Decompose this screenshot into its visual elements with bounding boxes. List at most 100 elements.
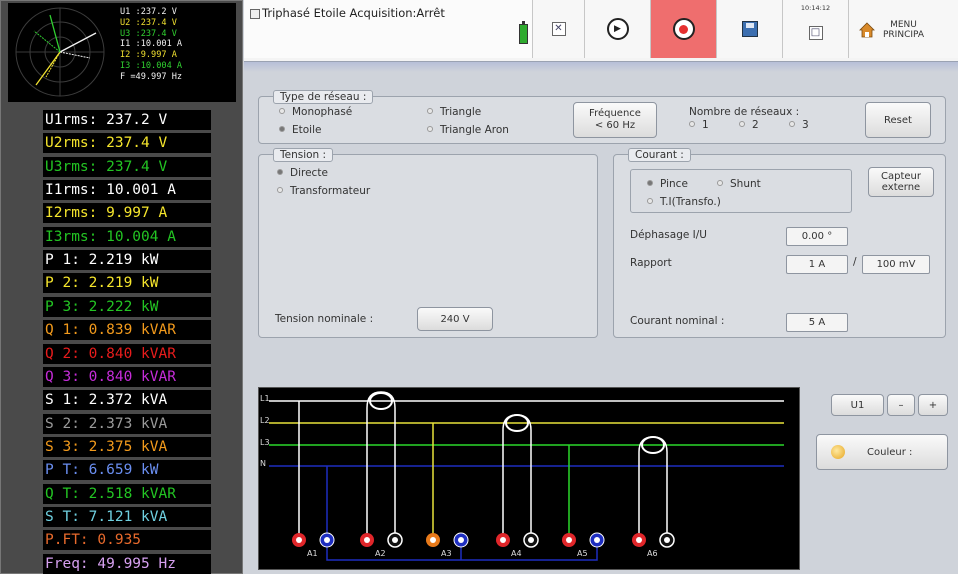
rapport-current-value[interactable]: 1 A	[786, 255, 848, 274]
rapport-voltage-value[interactable]: 100 mV	[862, 255, 930, 274]
radio-label: 3	[802, 119, 809, 131]
mini-value-line: U2 :237.4 V	[120, 17, 177, 28]
radio-dot	[647, 180, 653, 186]
channel-prev-button[interactable]: –	[887, 394, 915, 416]
network-type-group: Type de réseau : Monophasé Triangle Etoi…	[258, 90, 946, 144]
radio-transformateur[interactable]: Transformateur	[277, 185, 370, 197]
dephasage-value[interactable]: 0.00 °	[786, 227, 848, 246]
radio-monophase[interactable]: Monophasé	[279, 106, 352, 118]
radio-label: Triangle Aron	[440, 124, 509, 136]
radio-ti-transfo[interactable]: T.I(Transfo.)	[647, 196, 721, 208]
color-button[interactable]: Couleur :	[816, 434, 948, 470]
tension-group: Tension : Directe Transformateur Tension…	[258, 148, 598, 338]
radio-dot	[739, 121, 745, 127]
radio-dot	[277, 169, 283, 175]
tension-nominal-value[interactable]: 240 V	[417, 307, 493, 331]
measurement-value: P 3: 2.222 kW	[43, 296, 211, 317]
radio-dot	[427, 108, 433, 114]
title-area: Triphasé Etoile Acquisition:Arrêt	[244, 0, 532, 58]
phase-label-l2: L2	[260, 416, 270, 425]
checkbox-button[interactable]: ✕	[532, 0, 584, 58]
measurement-value: P.FT: 0.935	[43, 530, 211, 551]
frequency-button[interactable]: Fréquence < 60 Hz	[573, 102, 657, 138]
courant-title: Courant :	[628, 148, 691, 162]
vector-diagram: U1 :237.2 V U2 :237.4 V U3 :237.4 V I1 :10.…	[8, 3, 236, 102]
radio-label: Transformateur	[290, 185, 371, 197]
measurement-value: P 2: 2.219 kW	[43, 273, 211, 294]
app-title: Triphasé Etoile Acquisition:Arrêt	[262, 6, 445, 20]
radio-network-1[interactable]: 1	[689, 119, 709, 131]
capteur-line-1: Capteur	[881, 171, 921, 182]
menu-line-2: PRINCIPA	[883, 30, 925, 40]
reset-button[interactable]: Reset	[865, 102, 931, 138]
save-button[interactable]	[716, 0, 782, 58]
courant-group: Courant : Pince Shunt T.I(Transfo.) Capt…	[613, 148, 946, 338]
channel-label-a1: A1	[307, 549, 318, 558]
jacks	[292, 532, 675, 548]
measurement-value: S T: 7.121 kVA	[43, 506, 211, 527]
save-icon	[741, 21, 758, 37]
measurement-value: Q 2: 0.840 kVAR	[43, 343, 211, 364]
measurement-value: Q 1: 0.839 kVAR	[43, 320, 211, 341]
mini-value-line: U1 :237.2 V	[120, 7, 177, 17]
window-icon	[250, 9, 260, 19]
radio-directe[interactable]: Directe	[277, 167, 328, 179]
phase-label-l1: L1	[260, 394, 270, 403]
phase-label-n: N	[260, 459, 266, 468]
capteur-externe-button[interactable]: Capteur externe	[868, 167, 934, 197]
channel-label-a2: A2	[375, 549, 386, 558]
radio-label: Directe	[290, 167, 328, 179]
radio-label: Shunt	[730, 178, 761, 190]
tension-nominal-label: Tension nominale :	[275, 313, 374, 325]
wiring-diagram: L1 L2 L3 N A1 A2 A3 A4 A5 A6	[258, 387, 800, 570]
calendar-button[interactable]: 10:14:12 □	[782, 0, 848, 58]
measurement-value: S 2: 2.373 kVA	[43, 413, 211, 434]
radio-dot	[689, 121, 695, 127]
clock-time: 10:14:12	[800, 4, 831, 12]
radio-shunt[interactable]: Shunt	[717, 178, 761, 190]
measurement-value: Q 3: 0.840 kVAR	[43, 366, 211, 387]
battery-icon	[519, 21, 528, 44]
measurement-value: I2rms: 9.997 A	[43, 203, 211, 224]
radio-triangle-aron[interactable]: Triangle Aron	[427, 124, 509, 136]
mini-value-line: I1 :10.001 A	[120, 39, 183, 50]
calendar-icon: □	[808, 26, 823, 40]
radio-network-2[interactable]: 2	[739, 119, 759, 131]
courant-nominal-label: Courant nominal :	[630, 315, 725, 327]
channel-label-a6: A6	[647, 549, 658, 558]
radio-label: 1	[702, 119, 709, 131]
mini-value-line: F =49.997 Hz	[120, 71, 183, 82]
radio-pince[interactable]: Pince	[647, 178, 688, 190]
radio-dot	[717, 180, 723, 186]
channel-select[interactable]: U1	[831, 394, 884, 416]
network-count-label: Nombre de réseaux :	[689, 106, 800, 118]
play-button[interactable]: ▶	[584, 0, 650, 58]
measurement-value: P 1: 2.219 kW	[43, 250, 211, 271]
radio-triangle[interactable]: Triangle	[427, 106, 481, 118]
rapport-label: Rapport	[630, 257, 672, 269]
measurement-value: I1rms: 10.001 A	[43, 180, 211, 201]
rapport-separator: /	[853, 256, 857, 268]
home-icon	[859, 22, 875, 38]
courant-nominal-value[interactable]: 5 A	[786, 313, 848, 332]
main-menu-button[interactable]: MENU PRINCIPA	[848, 0, 958, 58]
radio-etoile[interactable]: Etoile	[279, 124, 321, 136]
channel-next-button[interactable]: +	[918, 394, 948, 416]
measurement-value: S 1: 2.372 kVA	[43, 390, 211, 411]
mini-values: U1 :237.2 V U2 :237.4 V U3 :237.4 V I1 :10.…	[120, 7, 236, 83]
channel-label-a3: A3	[441, 549, 452, 558]
measurement-value: U2rms: 237.4 V	[43, 133, 211, 154]
record-button[interactable]	[650, 0, 716, 58]
record-icon	[672, 18, 695, 40]
measurement-value: I3rms: 10.004 A	[43, 226, 211, 247]
play-icon: ▶	[606, 18, 629, 40]
measurement-value: P T: 6.659 kW	[43, 460, 211, 481]
radio-dot	[647, 198, 653, 204]
radio-dot	[277, 187, 283, 193]
measurement-value: S 3: 2.375 kVA	[43, 436, 211, 457]
current-sensor-box: Pince Shunt T.I(Transfo.)	[630, 169, 852, 213]
network-type-title: Type de réseau :	[273, 90, 374, 104]
radio-network-3[interactable]: 3	[789, 119, 809, 131]
menu-line-1: MENU	[890, 20, 917, 30]
measurement-value: Q T: 2.518 kVAR	[43, 483, 211, 504]
